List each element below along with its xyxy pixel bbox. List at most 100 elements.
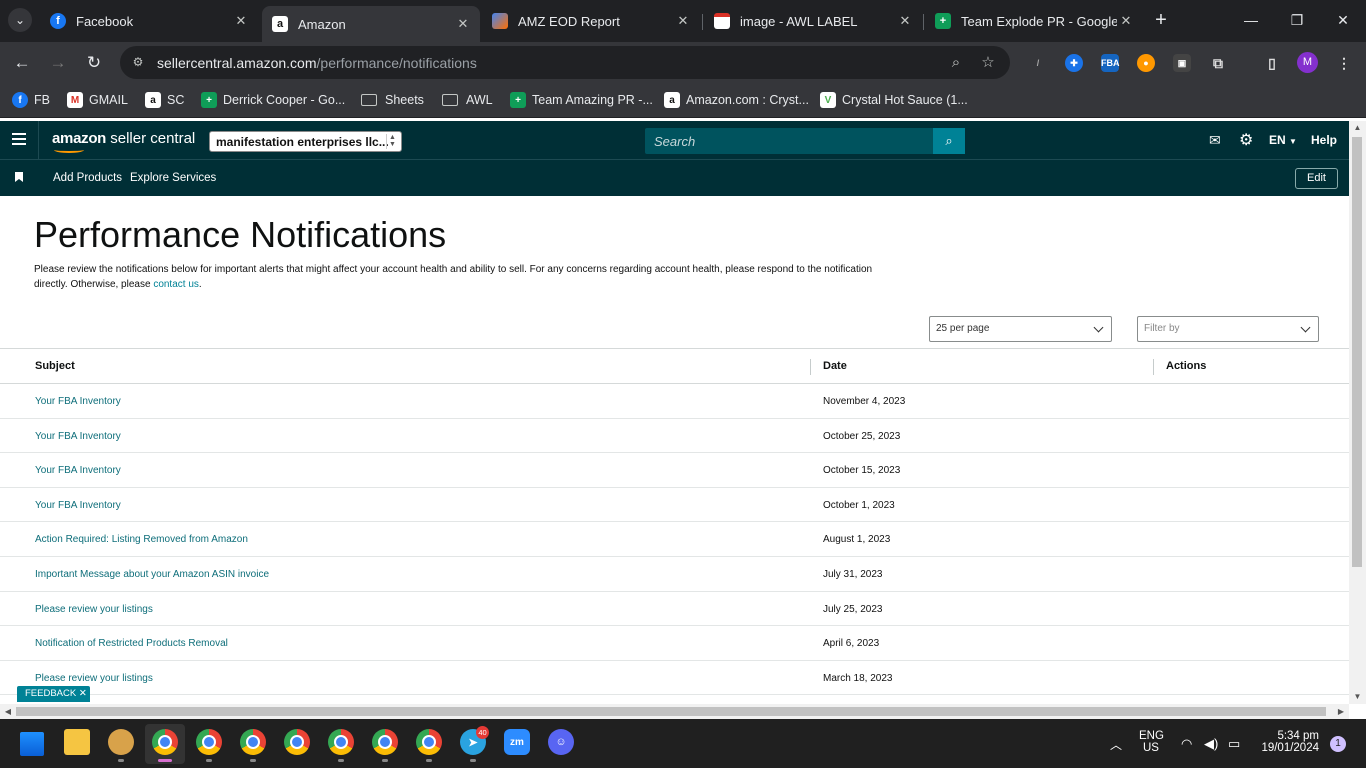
language-selector[interactable]: EN ▼ <box>1269 133 1297 147</box>
chrome-icon[interactable] <box>328 729 354 755</box>
search-input[interactable]: Search <box>645 128 934 154</box>
settings-gear-icon[interactable]: ⚙ <box>1239 130 1253 150</box>
tab-search-dropdown-icon[interactable]: ⌄ <box>8 8 32 32</box>
tab-facebook[interactable]: f Facebook ✕ <box>40 6 258 36</box>
bookmark-fb[interactable]: f FB <box>12 91 50 109</box>
show-hidden-icons-icon[interactable]: ︿ <box>1110 736 1122 753</box>
chrome-icon[interactable] <box>240 729 266 755</box>
chrome-icon[interactable] <box>196 729 222 755</box>
table-row: Your FBA Inventory October 1, 2023 <box>0 488 1349 523</box>
notification-subject-link[interactable]: Please review your listings <box>35 673 153 684</box>
column-header-date[interactable]: Date <box>823 360 847 372</box>
extensions-puzzle-icon[interactable]: ⧉ <box>1209 54 1227 72</box>
chrome-icon[interactable] <box>372 729 398 755</box>
table-row: Important Message about your Amazon ASIN… <box>0 557 1349 592</box>
side-panel-icon[interactable]: ▯ <box>1263 54 1281 72</box>
help-link[interactable]: Help <box>1311 133 1337 147</box>
windows-start-icon[interactable] <box>20 732 44 756</box>
scrollbar-thumb[interactable] <box>1352 137 1362 567</box>
bookmark-crystal-hot-sauce[interactable]: V Crystal Hot Sauce (1... <box>820 91 968 109</box>
notification-subject-link[interactable]: Notification of Restricted Products Remo… <box>35 638 228 649</box>
feedback-button[interactable]: FEEDBACK ✕ <box>17 686 90 702</box>
zoom-search-icon[interactable]: ⌕ <box>946 53 966 73</box>
input-language[interactable]: ENG US <box>1139 730 1164 754</box>
close-tab-icon[interactable]: ✕ <box>454 16 472 32</box>
url-text[interactable]: sellercentral.amazon.com/performance/not… <box>157 55 477 71</box>
restore-icon[interactable]: ❐ <box>1282 8 1312 32</box>
close-tab-icon[interactable]: ✕ <box>1117 13 1135 29</box>
discord-icon[interactable]: ☺ <box>548 729 574 755</box>
account-switcher[interactable]: manifestation enterprises llc... ▲ ▼ <box>209 131 402 152</box>
bookmark-awl-folder[interactable]: AWL <box>442 91 493 109</box>
site-info-icon[interactable]: ⚙ <box>130 54 146 70</box>
telegram-badge: 40 <box>476 726 489 739</box>
minimize-icon[interactable]: — <box>1236 8 1266 32</box>
notification-subject-link[interactable]: Please review your listings <box>35 604 153 615</box>
bookmark-derrick-cooper[interactable]: + Derrick Cooper - Go... <box>201 91 345 109</box>
tab-amz-eod-report[interactable]: AMZ EOD Report ✕ <box>482 6 700 36</box>
clock[interactable]: 5:34 pm 19/01/2024 <box>1259 730 1319 754</box>
extension-fba-icon[interactable]: FBA <box>1101 54 1120 72</box>
forward-icon[interactable]: → <box>45 50 71 76</box>
new-tab-icon[interactable]: + <box>1150 9 1172 31</box>
column-header-subject[interactable]: Subject <box>35 360 75 372</box>
vertical-scrollbar[interactable]: ▲ ▼ <box>1349 121 1366 704</box>
zoom-icon[interactable]: zm <box>504 729 530 755</box>
scroll-up-icon[interactable]: ▲ <box>1349 121 1366 135</box>
tab-awl-label[interactable]: image - AWL LABEL ✕ <box>704 6 922 36</box>
scroll-left-icon[interactable]: ◀ <box>0 704 16 719</box>
page-title: Performance Notifications <box>34 214 447 255</box>
bookmark-sc[interactable]: a SC <box>145 91 184 109</box>
bookmark-star-icon[interactable]: ☆ <box>978 53 998 73</box>
volume-icon[interactable]: ◀) <box>1204 736 1218 752</box>
nav-add-products[interactable]: Add Products <box>53 172 122 184</box>
notification-badge[interactable]: 1 <box>1330 736 1346 752</box>
address-bar[interactable]: ⚙ sellercentral.amazon.com/performance/n… <box>120 46 1010 79</box>
contact-us-link[interactable]: contact us <box>153 279 199 290</box>
search-icon[interactable]: ⌕ <box>933 128 965 154</box>
scrollbar-thumb[interactable] <box>16 707 1326 716</box>
chrome-menu-icon[interactable]: ⋮ <box>1335 54 1353 72</box>
profile-avatar[interactable]: M <box>1297 52 1318 73</box>
app-icon[interactable] <box>108 729 134 755</box>
extension-plus-icon[interactable]: ✚ <box>1065 54 1083 72</box>
chrome-icon[interactable] <box>152 729 178 755</box>
close-tab-icon[interactable]: ✕ <box>674 13 692 29</box>
back-icon[interactable]: ← <box>9 50 35 76</box>
battery-icon[interactable]: ▭ <box>1228 736 1240 752</box>
bookmark-amazon-crystal[interactable]: a Amazon.com : Cryst... <box>664 91 809 109</box>
chrome-icon[interactable] <box>284 729 310 755</box>
bookmark-team-amazing-pr[interactable]: + Team Amazing PR -... <box>510 91 653 109</box>
hamburger-menu-icon[interactable] <box>12 133 26 145</box>
extension-circle-icon[interactable]: ● <box>1137 54 1155 72</box>
seller-central-logo[interactable]: amazon seller central <box>52 130 195 153</box>
filter-select[interactable]: Filter by <box>1137 316 1319 342</box>
per-page-select[interactable]: 25 per page <box>929 316 1112 342</box>
wifi-icon[interactable]: ◠ <box>1181 736 1192 752</box>
scroll-right-icon[interactable]: ▶ <box>1333 704 1349 719</box>
bookmark-gmail[interactable]: M GMAIL <box>67 91 128 109</box>
notification-subject-link[interactable]: Important Message about your Amazon ASIN… <box>35 569 269 580</box>
horizontal-scrollbar[interactable]: ◀ ▶ <box>0 704 1349 719</box>
bookmark-icon[interactable] <box>15 172 23 182</box>
chrome-icon[interactable] <box>416 729 442 755</box>
notification-subject-link[interactable]: Your FBA Inventory <box>35 396 121 407</box>
notification-subject-link[interactable]: Your FBA Inventory <box>35 465 121 476</box>
nav-explore-services[interactable]: Explore Services <box>130 172 216 184</box>
notification-subject-link[interactable]: Your FBA Inventory <box>35 431 121 442</box>
reload-icon[interactable]: ↻ <box>81 50 107 76</box>
extension-camera-icon[interactable]: ▣ <box>1173 54 1191 72</box>
close-tab-icon[interactable]: ✕ <box>232 13 250 29</box>
tab-amazon[interactable]: a Amazon ✕ <box>262 6 480 42</box>
notification-subject-link[interactable]: Your FBA Inventory <box>35 500 121 511</box>
bookmark-sheets-folder[interactable]: Sheets <box>361 91 424 109</box>
close-tab-icon[interactable]: ✕ <box>896 13 914 29</box>
notification-subject-link[interactable]: Action Required: Listing Removed from Am… <box>35 534 248 545</box>
extension-pen-icon[interactable]: / <box>1029 54 1047 72</box>
file-explorer-icon[interactable] <box>64 729 90 755</box>
mail-icon[interactable]: ✉ <box>1209 132 1221 149</box>
close-window-icon[interactable]: ✕ <box>1328 8 1358 32</box>
scroll-down-icon[interactable]: ▼ <box>1349 690 1366 704</box>
tab-team-explode-pr[interactable]: + Team Explode PR - Google S ✕ <box>925 6 1143 36</box>
edit-nav-button[interactable]: Edit <box>1295 168 1338 189</box>
